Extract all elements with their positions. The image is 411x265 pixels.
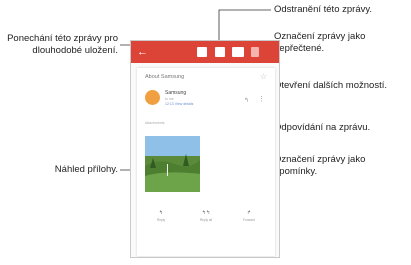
callout-more: Otevření dalších možností. <box>274 80 387 91</box>
reply-icon[interactable]: ↰ <box>244 97 249 104</box>
sender-name: Samsung <box>165 90 187 96</box>
attachment-image <box>145 136 200 192</box>
attachments-label: Attachments <box>145 121 165 125</box>
recipient-line: to me <box>165 97 174 101</box>
mail-icon[interactable] <box>232 47 244 57</box>
forward-action-label: Forward <box>243 218 255 222</box>
overflow-icon[interactable] <box>251 47 259 57</box>
reply-all-action-icon: ↰↰ <box>201 210 211 216</box>
email-card: About Samsung ☆ Samsung to me 12:13 View… <box>137 68 275 256</box>
callout-keep: Ponechání této zprávy pro dlouhodobé ulo… <box>7 33 118 56</box>
avatar <box>145 90 160 105</box>
attachment-preview[interactable] <box>145 136 200 192</box>
back-arrow-icon[interactable]: ← <box>137 45 148 59</box>
trash-icon[interactable] <box>215 47 225 57</box>
callout-mark-unread: Označení zprávy jako nepřečtené. <box>274 31 366 54</box>
reply-all-action-button[interactable]: ↰↰ Reply all <box>194 210 218 222</box>
reply-action-icon: ↰ <box>158 210 164 216</box>
reply-action-button[interactable]: ↰ Reply <box>149 210 173 222</box>
callout-preview: Náhled přílohy. <box>54 164 118 175</box>
more-vert-icon[interactable]: ⋮ <box>258 95 265 103</box>
view-details-link[interactable]: 12:13 View details <box>165 102 193 106</box>
forward-action-icon: ↱ <box>246 210 252 216</box>
star-icon[interactable]: ☆ <box>260 72 267 81</box>
callout-delete: Odstranění této zprávy. <box>274 4 373 15</box>
archive-icon[interactable] <box>197 47 207 57</box>
reply-action-label: Reply <box>156 218 166 222</box>
email-screen: ← About Samsung ☆ Samsung to me 12:13 Vi… <box>130 40 280 258</box>
callout-reply: Odpovídání na zprávu. <box>274 122 371 133</box>
email-subject: About Samsung <box>145 74 185 80</box>
reply-all-action-label: Reply all <box>199 218 213 222</box>
email-app-bar: ← <box>131 41 279 63</box>
callout-reminder: Označení zprávy jako upomínky. <box>274 154 366 177</box>
forward-action-button[interactable]: ↱ Forward <box>237 210 261 222</box>
